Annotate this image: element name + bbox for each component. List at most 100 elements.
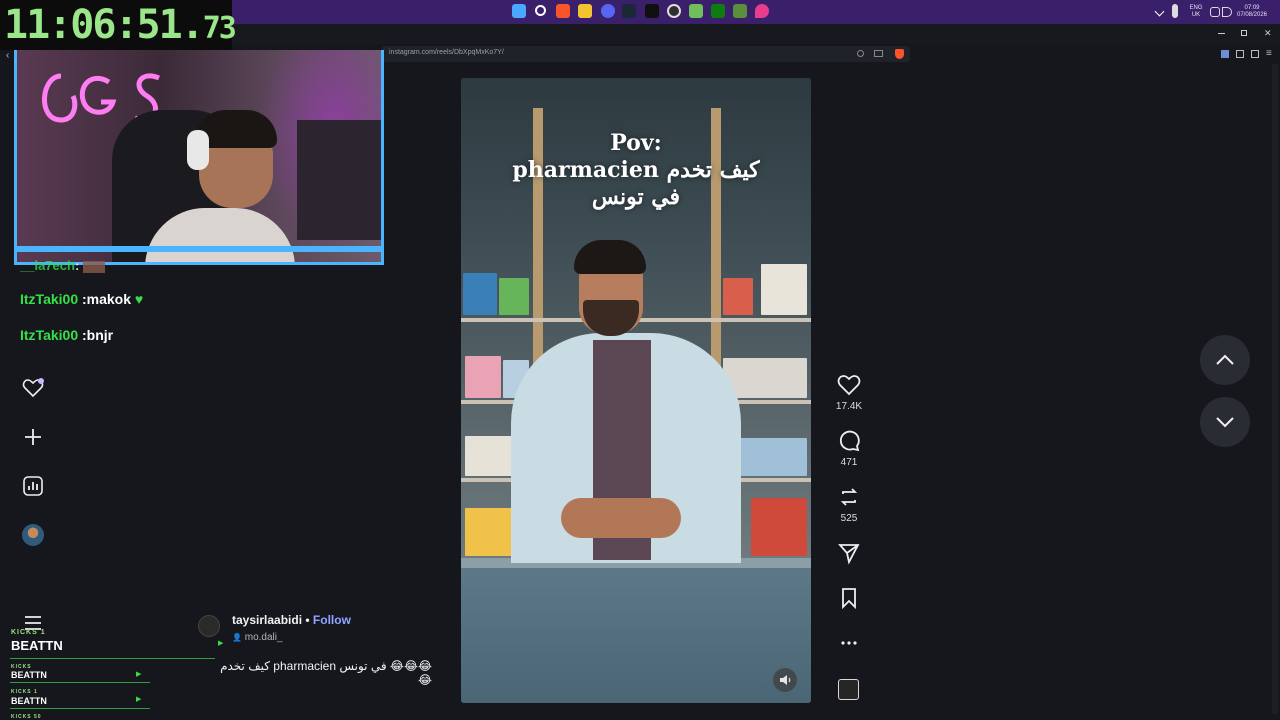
pharmacist-hands <box>561 498 681 538</box>
product-box <box>463 273 497 315</box>
chevron-down-icon <box>1216 417 1234 428</box>
like-heart-icon[interactable] <box>836 372 862 398</box>
webcam-overlay <box>14 50 384 265</box>
terminal-icon[interactable] <box>645 4 659 18</box>
microphone-icon[interactable] <box>1172 4 1178 18</box>
chat-username: ItzTaki00 <box>20 291 79 307</box>
reel-video[interactable]: Pov: pharmacien كيف تخدم في تونس <box>461 78 811 703</box>
back-icon[interactable]: ‹ <box>6 50 9 61</box>
clock-time: 07:09 <box>1244 5 1260 11</box>
kicks-row-name: BEATTN <box>11 696 47 706</box>
notifications-heart-icon[interactable] <box>22 377 44 399</box>
chevron-up-icon <box>1216 354 1234 365</box>
search-icon[interactable] <box>535 5 546 16</box>
clock-date: 07/08/2026 <box>1236 12 1268 18</box>
like-count: 17.4K <box>835 401 863 412</box>
person-icon: 👤 <box>232 633 242 642</box>
start-icon[interactable] <box>512 4 526 18</box>
steam-icon[interactable] <box>622 4 636 18</box>
product-box <box>761 264 807 315</box>
extension-icon[interactable] <box>1221 50 1229 58</box>
restore-button[interactable] <box>1241 30 1247 36</box>
audio-line[interactable]: 👤 mo.dali_ <box>232 632 283 643</box>
headphones-icon <box>187 130 209 170</box>
overlay-line-2: pharmacien كيف تخدم <box>512 157 760 183</box>
create-plus-icon[interactable] <box>22 426 44 448</box>
save-bookmark-icon[interactable] <box>836 585 862 611</box>
zoom-icon[interactable] <box>857 50 864 57</box>
comment-icon[interactable] <box>836 428 862 454</box>
green-heart-icon: ♥ <box>134 291 144 307</box>
discord-icon[interactable] <box>601 4 615 18</box>
previous-reel-button[interactable] <box>1200 335 1250 385</box>
audio-thumbnail[interactable] <box>838 679 859 700</box>
brave-browser-icon[interactable] <box>556 4 570 18</box>
caption-text: كيف تخدم pharmacien في تونس 😂😂😂 😂 <box>220 659 432 687</box>
url-text[interactable]: instagram.com/reels/DbXpqMxKo7Y/ <box>389 49 504 56</box>
volume-icon[interactable] <box>1222 7 1232 17</box>
location-pin-icon[interactable] <box>755 4 769 18</box>
overlay-line-1: Pov: <box>610 130 662 156</box>
obs-icon[interactable] <box>667 4 681 18</box>
clock[interactable]: 07:09 07/08/2026 <box>1234 5 1270 19</box>
follow-button[interactable]: Follow <box>313 613 351 627</box>
chat-text: : <box>74 258 80 273</box>
sidebar-toggle-icon[interactable] <box>1251 50 1259 58</box>
kicks-divider <box>10 708 150 709</box>
chat-message: ItzTaki00 :bnjr <box>20 327 113 343</box>
product-box <box>465 356 501 398</box>
kicks-divider <box>10 658 215 659</box>
speaker-icon[interactable] <box>773 668 797 692</box>
author-avatar[interactable] <box>198 615 220 637</box>
dashboard-icon[interactable] <box>22 475 44 497</box>
emote-icon <box>82 260 105 273</box>
kicks-row-label: KICKS 50 <box>11 714 42 720</box>
audio-name: mo.dali_ <box>244 632 283 643</box>
scrollbar[interactable] <box>1272 64 1278 714</box>
pharmacist-hair <box>574 240 646 274</box>
webcam-bottom-bar <box>17 246 381 252</box>
separator-dot: • <box>302 613 313 627</box>
overlay-line-3: في تونس <box>591 184 681 210</box>
speedrun-timer: 11:06:51.73 <box>4 2 237 48</box>
kicks-name: BEATTN <box>11 638 63 653</box>
kicks-row-name: BEATTN <box>11 670 47 680</box>
keyboard-language[interactable]: ENG UK <box>1186 5 1206 19</box>
menu-icon[interactable]: ≡ <box>1266 48 1272 59</box>
pharmacy-counter <box>461 558 811 703</box>
next-reel-button[interactable] <box>1200 397 1250 447</box>
xbox-icon[interactable] <box>711 4 725 18</box>
reader-icon[interactable] <box>874 50 883 57</box>
repost-icon[interactable] <box>836 484 862 510</box>
chat-username: ItzTaki00 <box>20 327 79 343</box>
app-icon[interactable] <box>689 4 703 18</box>
chevron-up-icon[interactable] <box>1154 6 1165 17</box>
chat-message: ItzTaki00 :makok ♥ <box>20 291 143 307</box>
play-icon: ▶ <box>136 696 142 703</box>
author-username[interactable]: taysirlaabidi <box>232 613 302 627</box>
chat-username: __la7ech <box>20 258 75 273</box>
puzzle-icon[interactable] <box>1236 50 1244 58</box>
timer-ms: 73 <box>202 11 237 46</box>
share-send-icon[interactable] <box>836 540 862 566</box>
chat-text: :makok <box>78 291 132 307</box>
file-explorer-icon[interactable] <box>578 4 592 18</box>
product-box <box>723 278 753 315</box>
play-icon: ▶ <box>218 640 224 647</box>
kicks-row-label: KICKS 1 <box>11 689 38 695</box>
minimize-button[interactable] <box>1218 33 1225 34</box>
kicks-divider <box>10 682 150 683</box>
product-box <box>751 498 807 556</box>
repost-count: 525 <box>840 513 858 524</box>
chat-message: __la7ech: <box>20 258 105 273</box>
timer-main: 11:06:51. <box>4 2 205 48</box>
brave-shield-icon[interactable] <box>895 49 904 59</box>
chat-text: :bnjr <box>78 327 114 343</box>
reel-overlay-text: Pov: pharmacien كيف تخدم في تونس <box>461 130 811 211</box>
more-options-icon[interactable] <box>836 630 862 656</box>
profile-avatar[interactable] <box>22 524 44 546</box>
region-label: UK <box>1191 12 1201 18</box>
network-icon[interactable] <box>1210 7 1220 17</box>
close-button[interactable]: ✕ <box>1264 28 1272 39</box>
minecraft-icon[interactable] <box>733 4 747 18</box>
